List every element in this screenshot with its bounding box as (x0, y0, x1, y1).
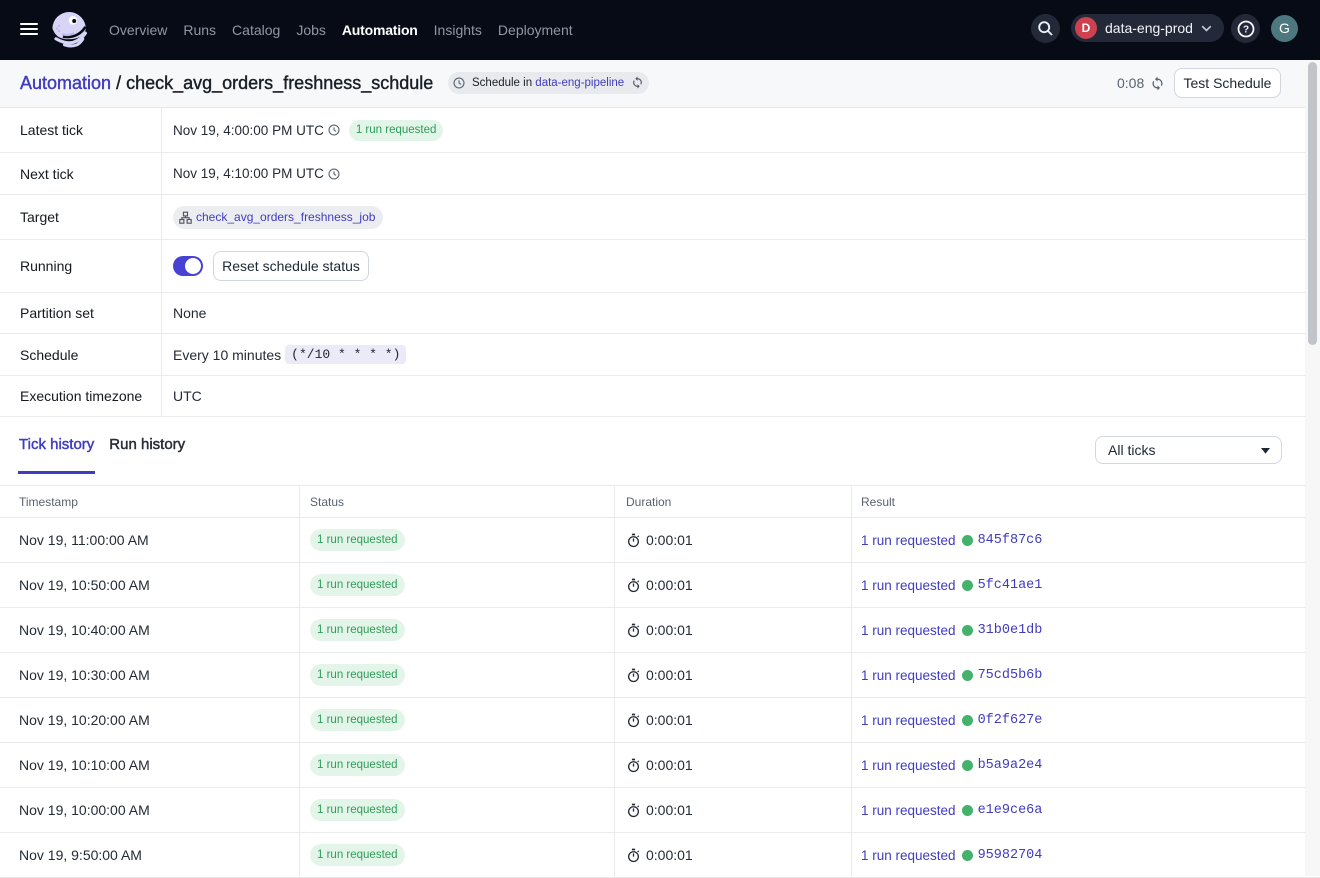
svg-text:?: ? (1242, 24, 1248, 35)
